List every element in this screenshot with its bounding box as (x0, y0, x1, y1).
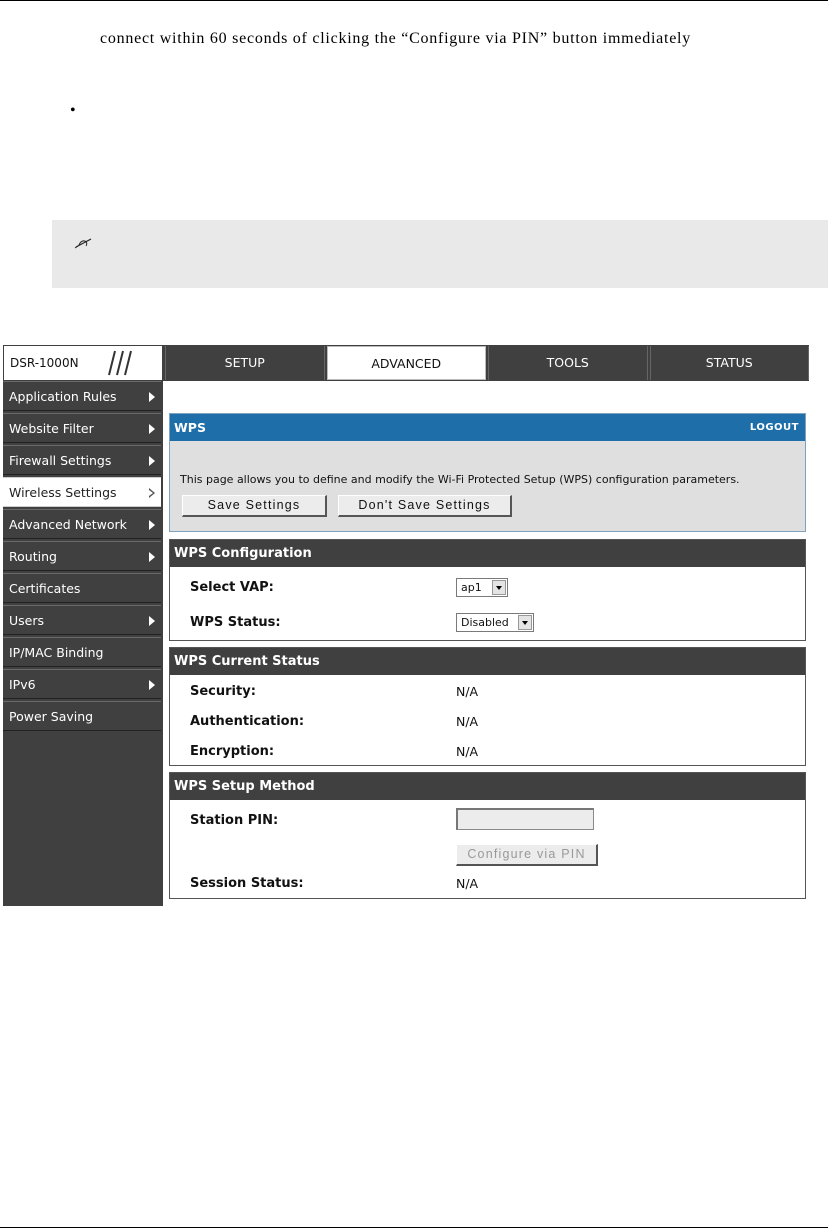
sidebar-item-label: Wireless Settings (9, 485, 117, 500)
sidebar-item-ipv6[interactable]: IPv6 (3, 669, 161, 699)
chevron-right-icon (149, 520, 155, 530)
sidebar-item-routing[interactable]: Routing (3, 541, 161, 571)
station-pin-label: Station PIN: (190, 813, 279, 828)
tab-tools[interactable]: TOOLS (488, 346, 648, 380)
bullet-point: • (70, 102, 76, 119)
wps-status-label: WPS Status: (190, 615, 281, 630)
sidebar-item-label: IPv6 (9, 677, 36, 692)
sidebar-item-label: Certificates (9, 581, 81, 596)
sidebar-item-ip-mac-binding[interactable]: IP/MAC Binding (3, 637, 161, 667)
section-title: WPS Current Status (170, 648, 805, 675)
brand-slashes-icon (108, 350, 132, 376)
session-status-label: Session Status: (190, 876, 304, 891)
sidebar-item-wireless-settings[interactable]: Wireless Settings (3, 477, 161, 507)
security-label: Security: (190, 684, 256, 699)
configure-via-pin-button[interactable]: Configure via PIN (456, 844, 598, 866)
brand-logo-text: DSR-1000N (10, 356, 79, 370)
main-content: WPS LOGOUT This page allows you to defin… (163, 381, 809, 906)
tab-advanced[interactable]: ADVANCED (326, 346, 486, 380)
session-status-value: N/A (456, 876, 479, 891)
router-ui: DSR-1000N SETUP ADVANCED TOOLS STATUS Ap… (3, 345, 809, 906)
encryption-value: N/A (456, 744, 479, 759)
chevron-right-icon (149, 616, 155, 626)
page-title: WPS (174, 420, 206, 435)
sidebar-item-label: Routing (9, 549, 57, 564)
authentication-label: Authentication: (190, 714, 305, 729)
sidebar: Application Rules Website Filter Firewal… (3, 381, 163, 906)
sidebar-item-firewall-settings[interactable]: Firewall Settings (3, 445, 161, 475)
sidebar-item-label: Advanced Network (9, 517, 127, 532)
bottom-rule (0, 1227, 828, 1228)
sidebar-item-label: IP/MAC Binding (9, 645, 104, 660)
select-vap-label: Select VAP: (190, 580, 274, 595)
wps-status-select-value: Disabled (461, 616, 509, 629)
note-pencil-icon (74, 238, 92, 249)
chevron-down-icon (492, 580, 506, 595)
security-value: N/A (456, 684, 479, 699)
vap-select[interactable]: ap1 (456, 578, 508, 597)
sidebar-item-users[interactable]: Users (3, 605, 161, 635)
note-box (52, 220, 828, 288)
encryption-label: Encryption: (190, 744, 275, 759)
sidebar-item-label: Firewall Settings (9, 453, 112, 468)
chevron-right-icon (149, 392, 155, 402)
vap-select-value: ap1 (461, 581, 482, 594)
sidebar-item-certificates[interactable]: Certificates (3, 573, 161, 603)
tab-setup[interactable]: SETUP (165, 346, 325, 380)
chevron-right-icon (149, 680, 155, 690)
sidebar-item-label: Users (9, 613, 45, 628)
brand-box: DSR-1000N (3, 345, 163, 381)
wps-current-status-section: WPS Current Status Security: N/A Authent… (169, 647, 806, 766)
save-settings-button[interactable]: Save Settings (182, 495, 327, 517)
top-nav: SETUP ADVANCED TOOLS STATUS (163, 345, 809, 381)
tab-status[interactable]: STATUS (649, 346, 809, 380)
chevron-right-outline-icon (149, 488, 155, 498)
sidebar-item-label: Power Saving (9, 709, 94, 724)
wps-setup-method-section: WPS Setup Method Station PIN: Configure … (169, 772, 806, 899)
sidebar-item-advanced-network[interactable]: Advanced Network (3, 509, 161, 539)
chevron-right-icon (149, 456, 155, 466)
sidebar-item-application-rules[interactable]: Application Rules (3, 381, 161, 411)
logout-link[interactable]: LOGOUT (750, 422, 799, 433)
wps-panel: WPS LOGOUT This page allows you to defin… (169, 413, 806, 532)
dont-save-settings-button[interactable]: Don't Save Settings (338, 495, 512, 517)
station-pin-input[interactable] (456, 808, 594, 830)
chevron-right-icon (149, 552, 155, 562)
wps-status-select[interactable]: Disabled (456, 613, 534, 632)
sidebar-item-power-saving[interactable]: Power Saving (3, 701, 161, 731)
sidebar-item-label: Application Rules (9, 389, 117, 404)
sidebar-item-label: Website Filter (9, 421, 94, 436)
page-description: This page allows you to define and modif… (180, 473, 740, 486)
chevron-down-icon (518, 615, 532, 630)
section-title: WPS Setup Method (170, 773, 805, 800)
sidebar-item-website-filter[interactable]: Website Filter (3, 413, 161, 443)
doc-paragraph: connect within 60 seconds of clicking th… (100, 30, 691, 47)
chevron-right-icon (149, 424, 155, 434)
section-title: WPS Configuration (170, 540, 805, 567)
top-rule (0, 0, 828, 1)
wps-configuration-section: WPS Configuration Select VAP: ap1 WPS St… (169, 539, 806, 641)
authentication-value: N/A (456, 714, 479, 729)
wps-header: WPS LOGOUT (170, 414, 805, 441)
